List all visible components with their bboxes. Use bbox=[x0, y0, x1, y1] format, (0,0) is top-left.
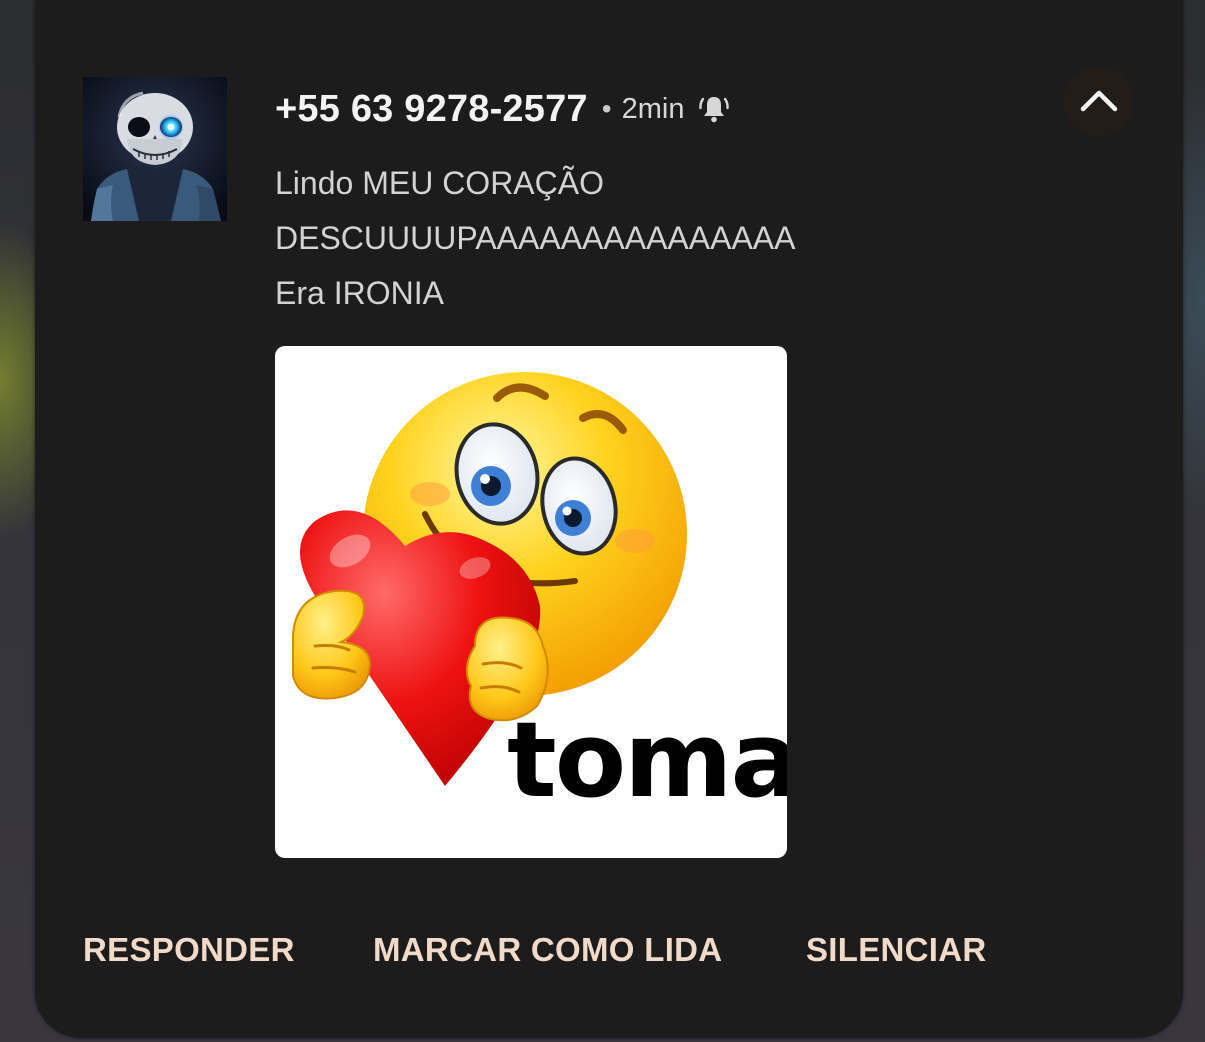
mark-as-read-button[interactable]: MARCAR COMO LIDA bbox=[373, 924, 722, 976]
mute-button[interactable]: SILENCIAR bbox=[806, 924, 987, 976]
header-separator: • bbox=[601, 93, 612, 124]
notification-time: 2min bbox=[621, 92, 685, 125]
chevron-up-icon bbox=[1080, 90, 1118, 112]
reply-button[interactable]: RESPONDER bbox=[83, 924, 295, 976]
collapse-button[interactable] bbox=[1064, 66, 1134, 136]
message-line: Era IRONIA bbox=[275, 275, 444, 311]
notification-header: +55 63 9278-2577 • 2min bbox=[275, 82, 730, 136]
notification-actions: RESPONDER MARCAR COMO LIDA SILENCIAR bbox=[83, 924, 1083, 976]
sticker-image[interactable]: toma bbox=[275, 346, 787, 858]
sender-name: +55 63 9278-2577 bbox=[275, 87, 588, 130]
message-line: DESCUUUUPAAAAAAAAAAAAAAA bbox=[275, 220, 796, 256]
message-line: Lindo MEU CORAÇÃO bbox=[275, 165, 604, 201]
bell-ringing-icon bbox=[698, 93, 730, 125]
skull-avatar-icon bbox=[83, 77, 227, 221]
sticker-caption: toma bbox=[507, 699, 787, 821]
message-body: Lindo MEU CORAÇÃO DESCUUUUPAAAAAAAAAAAAA… bbox=[275, 156, 1075, 321]
contact-avatar bbox=[83, 77, 227, 221]
